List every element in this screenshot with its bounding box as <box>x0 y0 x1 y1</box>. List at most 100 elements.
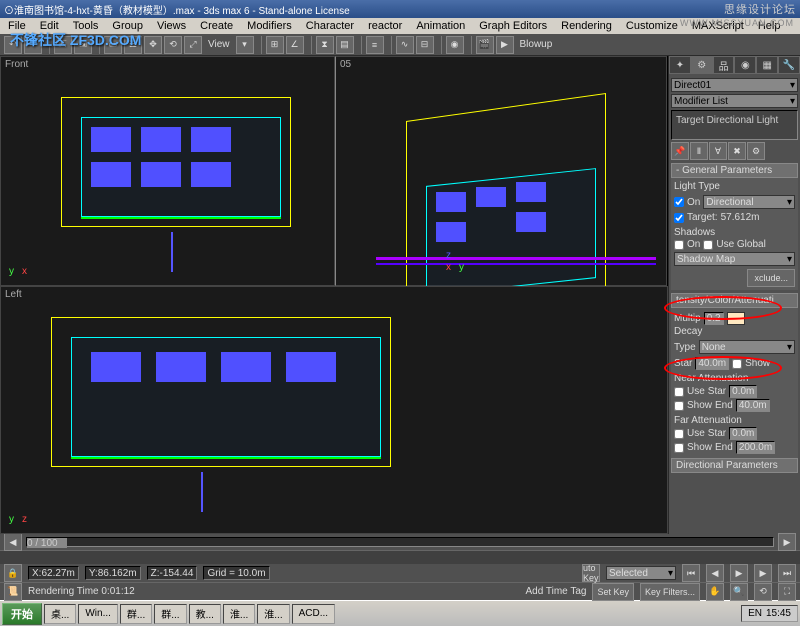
decay-start-spinner[interactable]: 40.0m <box>695 357 729 370</box>
coord-center-button[interactable]: ▾ <box>236 36 254 54</box>
keyfilter-dropdown[interactable]: Selected <box>606 566 676 580</box>
menu-grapheditors[interactable]: Graph Editors <box>473 19 553 33</box>
light-on-checkbox[interactable] <box>674 197 684 207</box>
task-item-4[interactable]: 教... <box>189 604 221 624</box>
near-show-checkbox[interactable] <box>674 401 684 411</box>
color-swatch[interactable] <box>727 312 745 325</box>
modifier-list-dropdown[interactable]: Modifier List <box>671 94 798 108</box>
decay-show-checkbox[interactable] <box>732 359 742 369</box>
trackbar[interactable] <box>0 550 800 564</box>
tab-motion[interactable]: ◉ <box>734 56 756 74</box>
keyfilters-button[interactable]: Key Filters... <box>640 583 700 601</box>
task-item-6[interactable]: 淮... <box>257 604 289 624</box>
setkey-button[interactable]: Set Key <box>592 583 634 601</box>
far-use-checkbox[interactable] <box>674 429 684 439</box>
menu-customize[interactable]: Customize <box>620 19 684 33</box>
config-button[interactable]: ⚙ <box>747 142 765 160</box>
script-button[interactable]: 📜 <box>4 583 22 601</box>
timeline: ◀ 0 / 100 ▶ <box>0 534 800 550</box>
snap-button[interactable]: ⊞ <box>266 36 284 54</box>
rollout-directional-header[interactable]: Directional Parameters <box>671 458 798 473</box>
menu-views[interactable]: Views <box>151 19 192 33</box>
move-button[interactable]: ✥ <box>144 36 162 54</box>
time-slider[interactable]: 0 / 100 <box>26 537 774 547</box>
near-use-checkbox[interactable] <box>674 387 684 397</box>
unique-button[interactable]: ∀ <box>709 142 727 160</box>
play-start-button[interactable]: ⏮ <box>682 564 700 582</box>
nav-zoom-button[interactable]: 🔍 <box>730 583 748 601</box>
menu-rendering[interactable]: Rendering <box>555 19 618 33</box>
tab-modify[interactable]: ⚙ <box>691 56 713 74</box>
menu-modifiers[interactable]: Modifiers <box>241 19 298 33</box>
curve-editor-button[interactable]: ∿ <box>396 36 414 54</box>
rotate-button[interactable]: ⟲ <box>164 36 182 54</box>
play-next-button[interactable]: ▶ <box>754 564 772 582</box>
viewport-front[interactable]: Front yx <box>0 56 335 286</box>
tab-hierarchy[interactable]: 品 <box>713 56 735 74</box>
mirror-button[interactable]: ⧗ <box>316 36 334 54</box>
viewport-perspective[interactable]: 05 xyz <box>335 56 667 286</box>
far-show-checkbox[interactable] <box>674 443 684 453</box>
light-type-dropdown[interactable]: Directional <box>703 195 795 209</box>
schematic-button[interactable]: ⊟ <box>416 36 434 54</box>
play-prev-button[interactable]: ◀ <box>706 564 724 582</box>
shadow-type-dropdown[interactable]: Shadow Map <box>674 252 795 266</box>
near-end-spinner[interactable]: 40.0m <box>736 399 770 412</box>
quick-render-button[interactable]: ▶ <box>496 36 514 54</box>
z-coord-field[interactable]: Z:-154.44 <box>147 566 198 580</box>
pin-stack-button[interactable]: 📌 <box>671 142 689 160</box>
menu-create[interactable]: Create <box>194 19 239 33</box>
task-item-0[interactable]: 桌... <box>44 604 76 624</box>
lock-button[interactable]: 🔒 <box>4 564 22 582</box>
far-start-spinner[interactable]: 0.0m <box>729 427 757 440</box>
nav-max-button[interactable]: ⛶ <box>778 583 796 601</box>
play-end-button[interactable]: ⏭ <box>778 564 796 582</box>
remove-mod-button[interactable]: ✖ <box>728 142 746 160</box>
task-item-2[interactable]: 群... <box>120 604 152 624</box>
rollout-general-header[interactable]: - General Parameters <box>671 163 798 178</box>
task-item-5[interactable]: 淮... <box>223 604 255 624</box>
task-item-7[interactable]: ACD... <box>292 604 335 624</box>
start-button[interactable]: 开始 <box>2 603 42 625</box>
viewport-left[interactable]: Left yz <box>0 286 668 534</box>
material-button[interactable]: ◉ <box>446 36 464 54</box>
task-item-3[interactable]: 群... <box>154 604 186 624</box>
exclude-button[interactable]: xclude... <box>747 269 795 287</box>
use-global-checkbox[interactable] <box>703 240 713 250</box>
system-tray[interactable]: EN 15:45 <box>741 605 798 622</box>
autokey-button[interactable]: uto Key <box>582 564 600 582</box>
tab-utilities[interactable]: 🔧 <box>778 56 800 74</box>
nav-orbit-button[interactable]: ⟲ <box>754 583 772 601</box>
menu-character[interactable]: Character <box>300 19 360 33</box>
render-type-dropdown[interactable]: Blowup <box>516 39 557 50</box>
menu-reactor[interactable]: reactor <box>362 19 408 33</box>
y-coord-field[interactable]: Y:86.162m <box>85 566 141 580</box>
rollout-intensity-header[interactable]: tensity/Color/Attenuati <box>671 293 798 308</box>
nav-pan-button[interactable]: ✋ <box>706 583 724 601</box>
modifier-stack[interactable]: Target Directional Light <box>671 110 798 140</box>
tab-create[interactable]: ✦ <box>669 56 691 74</box>
menu-animation[interactable]: Animation <box>410 19 471 33</box>
scale-button[interactable]: ⤢ <box>184 36 202 54</box>
align-button[interactable]: ▤ <box>336 36 354 54</box>
far-end-spinner[interactable]: 200.0m <box>736 441 775 454</box>
multiplier-spinner[interactable]: 0.2 <box>704 312 724 325</box>
timeline-next-button[interactable]: ▶ <box>778 533 796 551</box>
angle-snap-button[interactable]: ∠ <box>286 36 304 54</box>
target-checkbox[interactable] <box>674 213 684 223</box>
play-button[interactable]: ▶ <box>730 564 748 582</box>
layers-button[interactable]: ≡ <box>366 36 384 54</box>
x-coord-field[interactable]: X:62.27m <box>28 566 79 580</box>
render-scene-button[interactable]: 🎬 <box>476 36 494 54</box>
decay-type-dropdown[interactable]: None <box>699 340 795 354</box>
shadows-on-checkbox[interactable] <box>674 240 684 250</box>
tab-display[interactable]: ▦ <box>756 56 778 74</box>
lang-indicator[interactable]: EN <box>748 608 762 619</box>
ref-coord-dropdown[interactable]: View <box>204 39 234 50</box>
add-time-tag-field[interactable]: Add Time Tag <box>525 586 586 597</box>
near-start-spinner[interactable]: 0.0m <box>729 385 757 398</box>
object-name-field[interactable]: Direct01 <box>671 78 798 92</box>
task-item-1[interactable]: Win... <box>78 604 118 624</box>
show-result-button[interactable]: Ⅱ <box>690 142 708 160</box>
timeline-prev-button[interactable]: ◀ <box>4 533 22 551</box>
